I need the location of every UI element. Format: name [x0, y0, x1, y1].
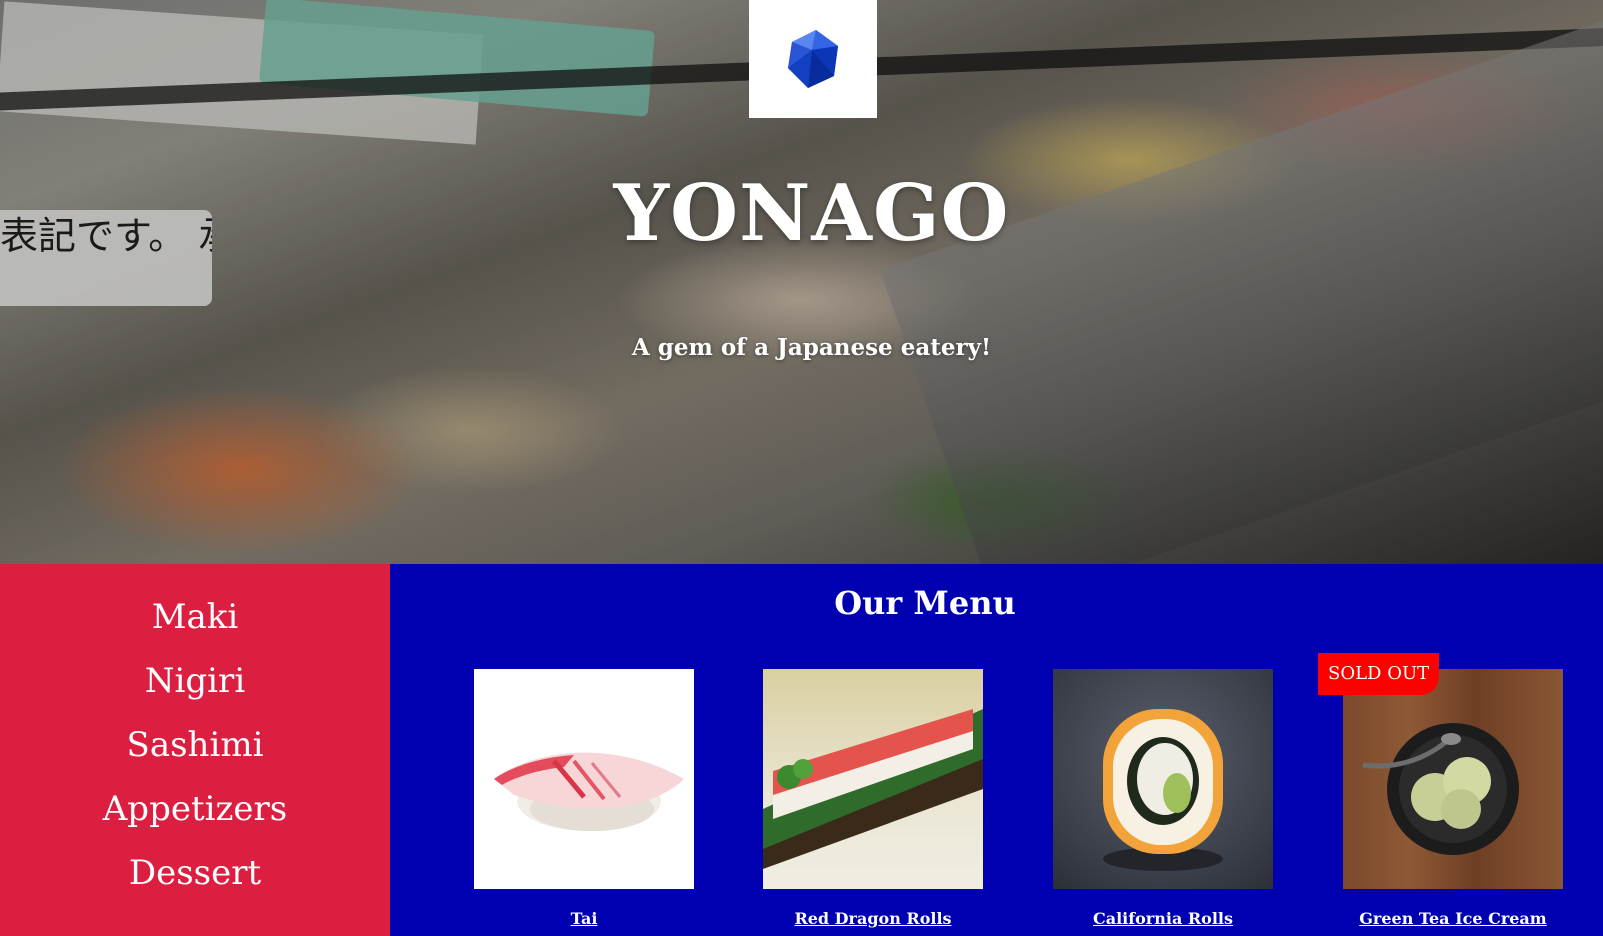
- menu-item-link[interactable]: Tai: [434, 909, 734, 928]
- menu-item-california-rolls: California Rolls: [1053, 669, 1273, 928]
- menu-item-green-tea-ice-cream: SOLD OUT Green Tea Ice Cream: [1318, 653, 1563, 928]
- menu-item-photo[interactable]: [1053, 669, 1273, 889]
- california-roll-image: [1103, 709, 1223, 871]
- menu-item-tai: Tai: [474, 669, 694, 928]
- brand-title: YONAGO: [613, 168, 1010, 259]
- brand-tagline: A gem of a Japanese eatery!: [631, 334, 992, 361]
- sidebar-item-nigiri[interactable]: Nigiri: [0, 658, 390, 722]
- sidebar-item-maki[interactable]: Maki: [0, 594, 390, 658]
- category-sidebar: Maki Nigiri Sashimi Appetizers Dessert: [0, 564, 390, 936]
- menu-item-red-dragon-rolls: Red Dragon Rolls: [763, 669, 983, 928]
- sidebar-item-sashimi[interactable]: Sashimi: [0, 722, 390, 786]
- ruby-gem-icon: [788, 30, 838, 88]
- menu-item-link[interactable]: Red Dragon Rolls: [723, 909, 1023, 928]
- menu-item-photo[interactable]: [763, 669, 983, 889]
- sidebar-item-dessert[interactable]: Dessert: [0, 850, 390, 914]
- menu-item-link[interactable]: Green Tea Ice Cream: [1303, 909, 1603, 928]
- green-tea-ice-cream-image: [1362, 723, 1519, 855]
- logo-link[interactable]: [749, 0, 877, 118]
- hero-banner: 表記です。 承ります。 YONAGO A gem of a Japanese e…: [0, 0, 1603, 564]
- menu-item-link[interactable]: California Rolls: [1013, 909, 1313, 928]
- red-dragon-roll-image: [763, 709, 983, 869]
- menu-item-photo[interactable]: [1343, 669, 1563, 889]
- sold-out-badge: SOLD OUT: [1318, 653, 1440, 695]
- tai-nigiri-image: [494, 752, 684, 831]
- sidebar-item-appetizers[interactable]: Appetizers: [0, 786, 390, 850]
- menu-heading: Our Menu: [834, 584, 1016, 622]
- menu-item-photo[interactable]: [474, 669, 694, 889]
- category-list: Maki Nigiri Sashimi Appetizers Dessert: [0, 564, 390, 914]
- menu-section: Our Menu Tai Red Dragon Rolls California…: [390, 564, 1603, 936]
